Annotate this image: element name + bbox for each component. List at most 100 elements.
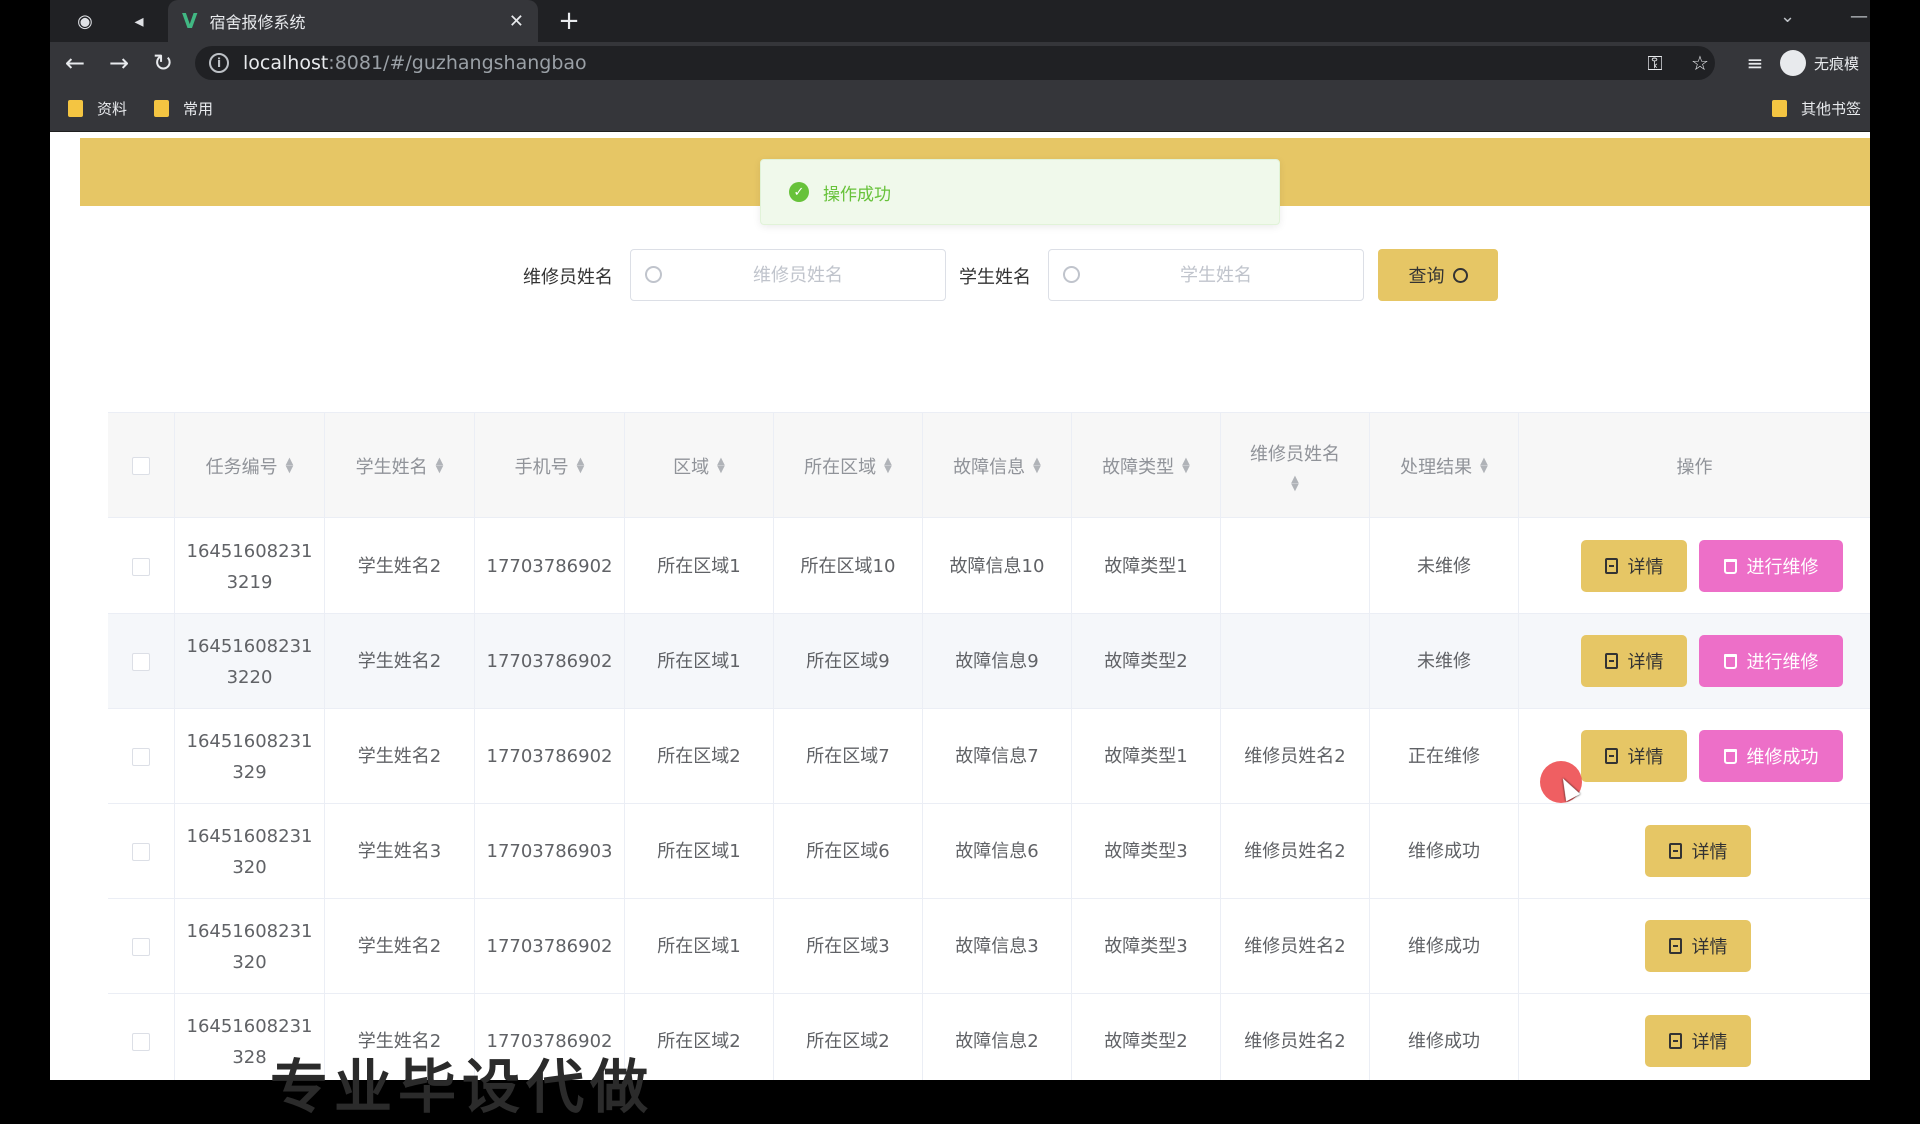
cell-text: 17703786903 [486,841,613,862]
detail-button[interactable]: 详情 [1645,920,1751,972]
detail-button[interactable]: 详情 [1645,1015,1751,1067]
mute-icon[interactable]: ◂ [122,4,156,38]
screen: ◉ ◂ V 宿舍报修系统 ✕ + ⌄ — ← → ↻ i localhost :… [0,0,1920,1121]
tab-active[interactable]: V 宿舍报修系统 ✕ [168,0,538,42]
table-row[interactable]: 16451608231329 学生姓名2 17703786902 所在区域2 所在区域7… [108,709,1870,804]
detail-button[interactable]: 详情 [1645,825,1751,877]
other-bookmarks-label: 其他书签 [1801,100,1862,118]
detail-button[interactable]: 详情 [1581,730,1687,782]
reading-list-icon[interactable]: ≡ [1740,48,1770,78]
forward-icon[interactable]: → [102,46,136,80]
back-icon[interactable]: ← [58,46,92,80]
header-area[interactable]: 区域 ▲ ▼ [625,413,774,519]
new-tab-button[interactable]: + [550,2,588,40]
start-repair-button[interactable]: 进行维修 [1699,635,1843,687]
student-search-field[interactable] [1048,249,1364,301]
star-icon[interactable]: ☆ [1685,48,1715,78]
vue-logo-icon: V [182,9,198,33]
cell-text: 维修员姓名2 [1244,1031,1346,1052]
minimize-icon[interactable]: — [1850,6,1868,27]
header-student[interactable]: 学生姓名 ▲ ▼ [325,413,475,519]
sort-icon[interactable]: ▲ ▼ [286,457,294,475]
sort-icon[interactable]: ▲ ▼ [1033,457,1041,475]
sort-icon[interactable]: ▲ ▼ [1291,475,1299,493]
header-location[interactable]: 所在区域 ▲ ▼ [774,413,923,519]
start-repair-button[interactable]: 进行维修 [1699,540,1843,592]
tab-close-icon[interactable]: ✕ [509,11,524,32]
row-checkbox[interactable] [132,747,150,766]
cell-phone: 17703786902 [475,519,625,614]
header-phone[interactable]: 手机号 ▲ ▼ [475,413,625,519]
cell-fault-type: 故障类型2 [1072,994,1221,1080]
sort-icon[interactable]: ▲ ▼ [1480,457,1488,475]
reload-icon[interactable]: ↻ [146,46,180,80]
row-checkbox[interactable] [132,937,150,956]
sort-icon[interactable]: ▲ ▼ [577,457,585,475]
cell-ops: 详情 [1519,994,1870,1080]
cell-area: 所在区域1 [625,804,774,899]
cell-text: 所在区域1 [657,841,741,862]
bookmark-folder-2[interactable]: 常用 [154,98,213,119]
detail-button[interactable]: 详情 [1581,540,1687,592]
student-search-input[interactable] [1049,250,1363,300]
repairer-search-input[interactable] [631,250,945,300]
address-bar[interactable]: i localhost :8081/#/guzhangshangbao [195,46,1715,80]
table-row[interactable]: 16451608231320 学生姓名3 17703786903 所在区域1 所在区域6… [108,804,1870,899]
row-checkbox[interactable] [132,557,150,576]
header-label: 处理结果 [1400,457,1473,478]
browser-toolbar: ← → ↻ i localhost :8081/#/guzhangshangba… [50,42,1870,84]
row-checkbox[interactable] [132,652,150,671]
cell-task-no: 16451608231329 [175,709,325,804]
mark-repaired-button[interactable]: 维修成功 [1699,730,1843,782]
key-icon[interactable]: ⚿ [1640,48,1670,78]
cell-student: 学生姓名3 [325,804,475,899]
row-checkbox[interactable] [132,842,150,861]
browser-logo-icon[interactable]: ◉ [68,4,102,38]
cell-text: 故障类型2 [1104,1031,1188,1052]
select-all-checkbox[interactable] [132,457,150,475]
repairer-search-field[interactable] [630,249,946,301]
sort-icon[interactable]: ▲ ▼ [884,457,892,475]
profile-label: 无痕模 [1814,54,1860,73]
sort-icon[interactable]: ▲ ▼ [1182,457,1190,475]
sort-icon[interactable]: ▲ ▼ [717,457,725,475]
header-result[interactable]: 处理结果 ▲ ▼ [1370,413,1519,519]
header-task-no[interactable]: 任务编号 ▲ ▼ [175,413,325,519]
header-label: 故障信息 [953,457,1026,478]
cell-text: 故障信息10 [949,556,1045,577]
cell-fault-type: 故障类型1 [1072,709,1221,804]
detail-label: 详情 [1691,842,1728,862]
other-bookmarks[interactable]: 其他书签 [1772,98,1861,119]
bookmark-label: 资料 [97,100,128,118]
incognito-avatar-icon [1780,50,1806,76]
cell-text: 所在区域1 [657,936,741,957]
header-fault-info[interactable]: 故障信息 ▲ ▼ [923,413,1072,519]
cell-ops: 详情 [1519,804,1870,899]
cell-text: 故障信息2 [955,1031,1039,1052]
bookmark-folder-1[interactable]: 资料 [68,98,127,119]
table-row[interactable]: 16451608231320 学生姓名2 17703786902 所在区域1 所在区域3… [108,899,1870,994]
table-row[interactable]: 164516082313219 学生姓名2 17703786902 所在区域1 所在区域… [108,519,1870,614]
profile-button[interactable]: 无痕模 [1780,50,1859,76]
row-checkbox[interactable] [132,1032,150,1051]
sort-icon[interactable]: ▲ ▼ [436,457,444,475]
cell-select [108,994,175,1080]
header-repairer[interactable]: 维修员姓名 ▲ ▼ [1221,413,1370,519]
cell-text: 维修成功 [1408,841,1480,862]
cell-text: 16451608231329 [186,730,313,783]
detail-label: 详情 [1691,937,1728,957]
query-button[interactable]: 查询 [1378,249,1498,301]
search-form: 维修员姓名 学生姓名 查询 [50,247,1870,303]
cell-text: 17703786902 [486,556,613,577]
cell-student: 学生姓名2 [325,614,475,709]
cell-student: 学生姓名2 [325,519,475,614]
site-info-icon[interactable]: i [209,53,229,73]
cell-result: 正在维修 [1370,709,1519,804]
cell-repairer: 维修员姓名2 [1221,804,1370,899]
header-fault-type[interactable]: 故障类型 ▲ ▼ [1072,413,1221,519]
action-label: 维修成功 [1746,747,1819,767]
folder-icon [154,100,169,117]
detail-button[interactable]: 详情 [1581,635,1687,687]
table-row[interactable]: 164516082313220 学生姓名2 17703786902 所在区域1 所在区域… [108,614,1870,709]
tab-search-icon[interactable]: ⌄ [1780,6,1795,27]
